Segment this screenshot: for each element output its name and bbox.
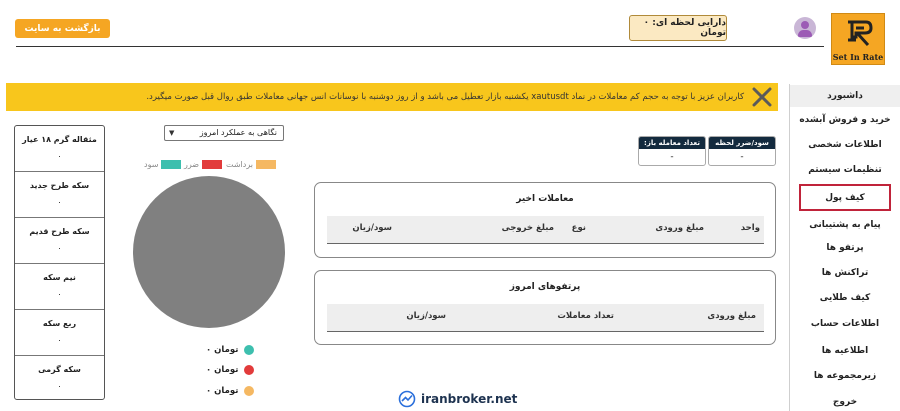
sidebar-item-logout[interactable]: خروج [790, 391, 900, 411]
watermark: iranbroker.net [398, 390, 517, 408]
legend-profit: سود [144, 158, 182, 170]
sidebar-item-announcements[interactable]: اطلاعیه ها [790, 340, 900, 362]
open-trades-label: تعداد معامله باز: [639, 137, 705, 149]
loss-value-row: ۰ تومان [206, 364, 255, 376]
today-portfolio-header: مبلغ ورودی تعداد معاملات سود/زیان [327, 304, 764, 332]
loss-dot-icon [244, 365, 255, 375]
col-unit: واحد [740, 223, 760, 233]
recent-trades-title: معاملات اخیر [516, 194, 574, 204]
sidebar-item-wallet[interactable]: کیف پول [799, 184, 891, 211]
withdrawal-dot-icon [244, 386, 255, 396]
sidebar-item-portfolios[interactable]: پرتفو ها [790, 237, 900, 259]
brand-name: Set In Rate [832, 52, 884, 62]
sidebar-item-account-info[interactable]: اطلاعات حساب [790, 313, 900, 335]
col-type: نوع [571, 223, 586, 233]
col-amount-in: مبلغ ورودی [707, 311, 756, 321]
performance-select-value: نگاهی به عملکرد امروز [199, 128, 277, 137]
header-divider [16, 46, 824, 47]
close-icon[interactable] [751, 86, 773, 108]
legend-withdrawal: برداشت [226, 158, 276, 170]
today-portfolio-title: پرتفوهای امروز [509, 282, 581, 292]
header: Set In Rate دارایی لحظه ای: ۰ تومان بازگ… [0, 0, 900, 65]
list-item: نیم سکه ۰ [15, 264, 104, 310]
col-trade-count: تعداد معاملات [557, 311, 614, 321]
recent-trades-card: معاملات اخیر واحد مبلغ ورودی نوع مبلغ خر… [314, 182, 776, 258]
chevron-down-icon: ▼ [169, 129, 175, 137]
profit-loss-stat: سود/ضرر لحظه ای: - [708, 136, 776, 166]
recent-trades-header: واحد مبلغ ورودی نوع مبلغ خروجی سود/زیان [327, 216, 764, 244]
legend-swatch [202, 159, 223, 169]
sidebar-item-referrals[interactable]: زیرمجموعه ها [790, 365, 900, 387]
sidebar-item-transactions[interactable]: تراکنش ها [790, 262, 900, 284]
watermark-text: iranbroker.net [421, 392, 518, 406]
list-item: سکه طرح جدید ۰ [15, 172, 104, 218]
list-item: سکه طرح قدیم ۰ [15, 218, 104, 264]
sidebar-item-dashboard[interactable]: داشبورد [790, 85, 900, 107]
brand-logo[interactable]: Set In Rate [831, 13, 885, 65]
notice-text: کاربران عزیز با توجه به حجم کم معاملات د… [146, 92, 744, 102]
sidebar-item-melted-gold[interactable]: خرید و فروش آبشده [790, 109, 900, 131]
col-profit-loss: سود/زیان [352, 223, 392, 233]
performance-select[interactable]: نگاهی به عملکرد امروز ▼ [164, 125, 284, 141]
withdrawal-value-row: ۰ تومان [206, 385, 255, 397]
broker-logo-icon [398, 390, 416, 408]
legend-swatch [255, 159, 276, 169]
open-trades-value: - [670, 152, 674, 162]
sidebar-item-gold-wallet[interactable]: کیف طلایی [790, 287, 900, 309]
list-item: ربع سکه ۰ [15, 310, 104, 356]
col-amount-out: مبلغ خروجی [501, 223, 554, 233]
logo-mark-icon [848, 20, 873, 47]
profit-value-row: ۰ تومان [206, 344, 255, 356]
today-portfolio-card: پرتفوهای امروز مبلغ ورودی تعداد معاملات … [314, 270, 776, 345]
legend-swatch [161, 159, 182, 169]
list-item: سکه گرمی ۰ [38, 365, 81, 391]
sidebar-item-support[interactable]: پیام به پشتیبانی [790, 214, 900, 236]
profit-loss-label: سود/ضرر لحظه ای: [709, 137, 775, 159]
profit-loss-value: - [740, 152, 744, 162]
performance-pie-chart [133, 176, 285, 328]
sidebar: داشبورد خرید و فروش آبشده اطلاعات شخصی ت… [789, 84, 900, 411]
profit-dot-icon [244, 345, 255, 355]
legend-loss: ضرر [184, 158, 223, 170]
list-item: مثقاله گرم ۱۸ عیار ۰ [15, 126, 104, 172]
notice-banner: کاربران عزیز با توجه به حجم کم معاملات د… [6, 83, 778, 111]
balance-badge: دارایی لحظه ای: ۰ تومان [629, 15, 727, 41]
col-amount-in: مبلغ ورودی [655, 223, 704, 233]
sidebar-item-profile[interactable]: اطلاعات شخصی [790, 134, 900, 156]
back-to-site-button[interactable]: بازگشت به سایت [15, 19, 110, 38]
open-trades-stat: تعداد معامله باز: - [638, 136, 706, 166]
col-profit-loss: سود/زیان [406, 311, 446, 321]
user-avatar-icon[interactable] [794, 17, 816, 39]
sidebar-item-settings[interactable]: تنظیمات سیستم [790, 159, 900, 181]
gold-prices-panel: مثقاله گرم ۱۸ عیار ۰ سکه طرح جدید ۰ سکه … [14, 125, 105, 400]
